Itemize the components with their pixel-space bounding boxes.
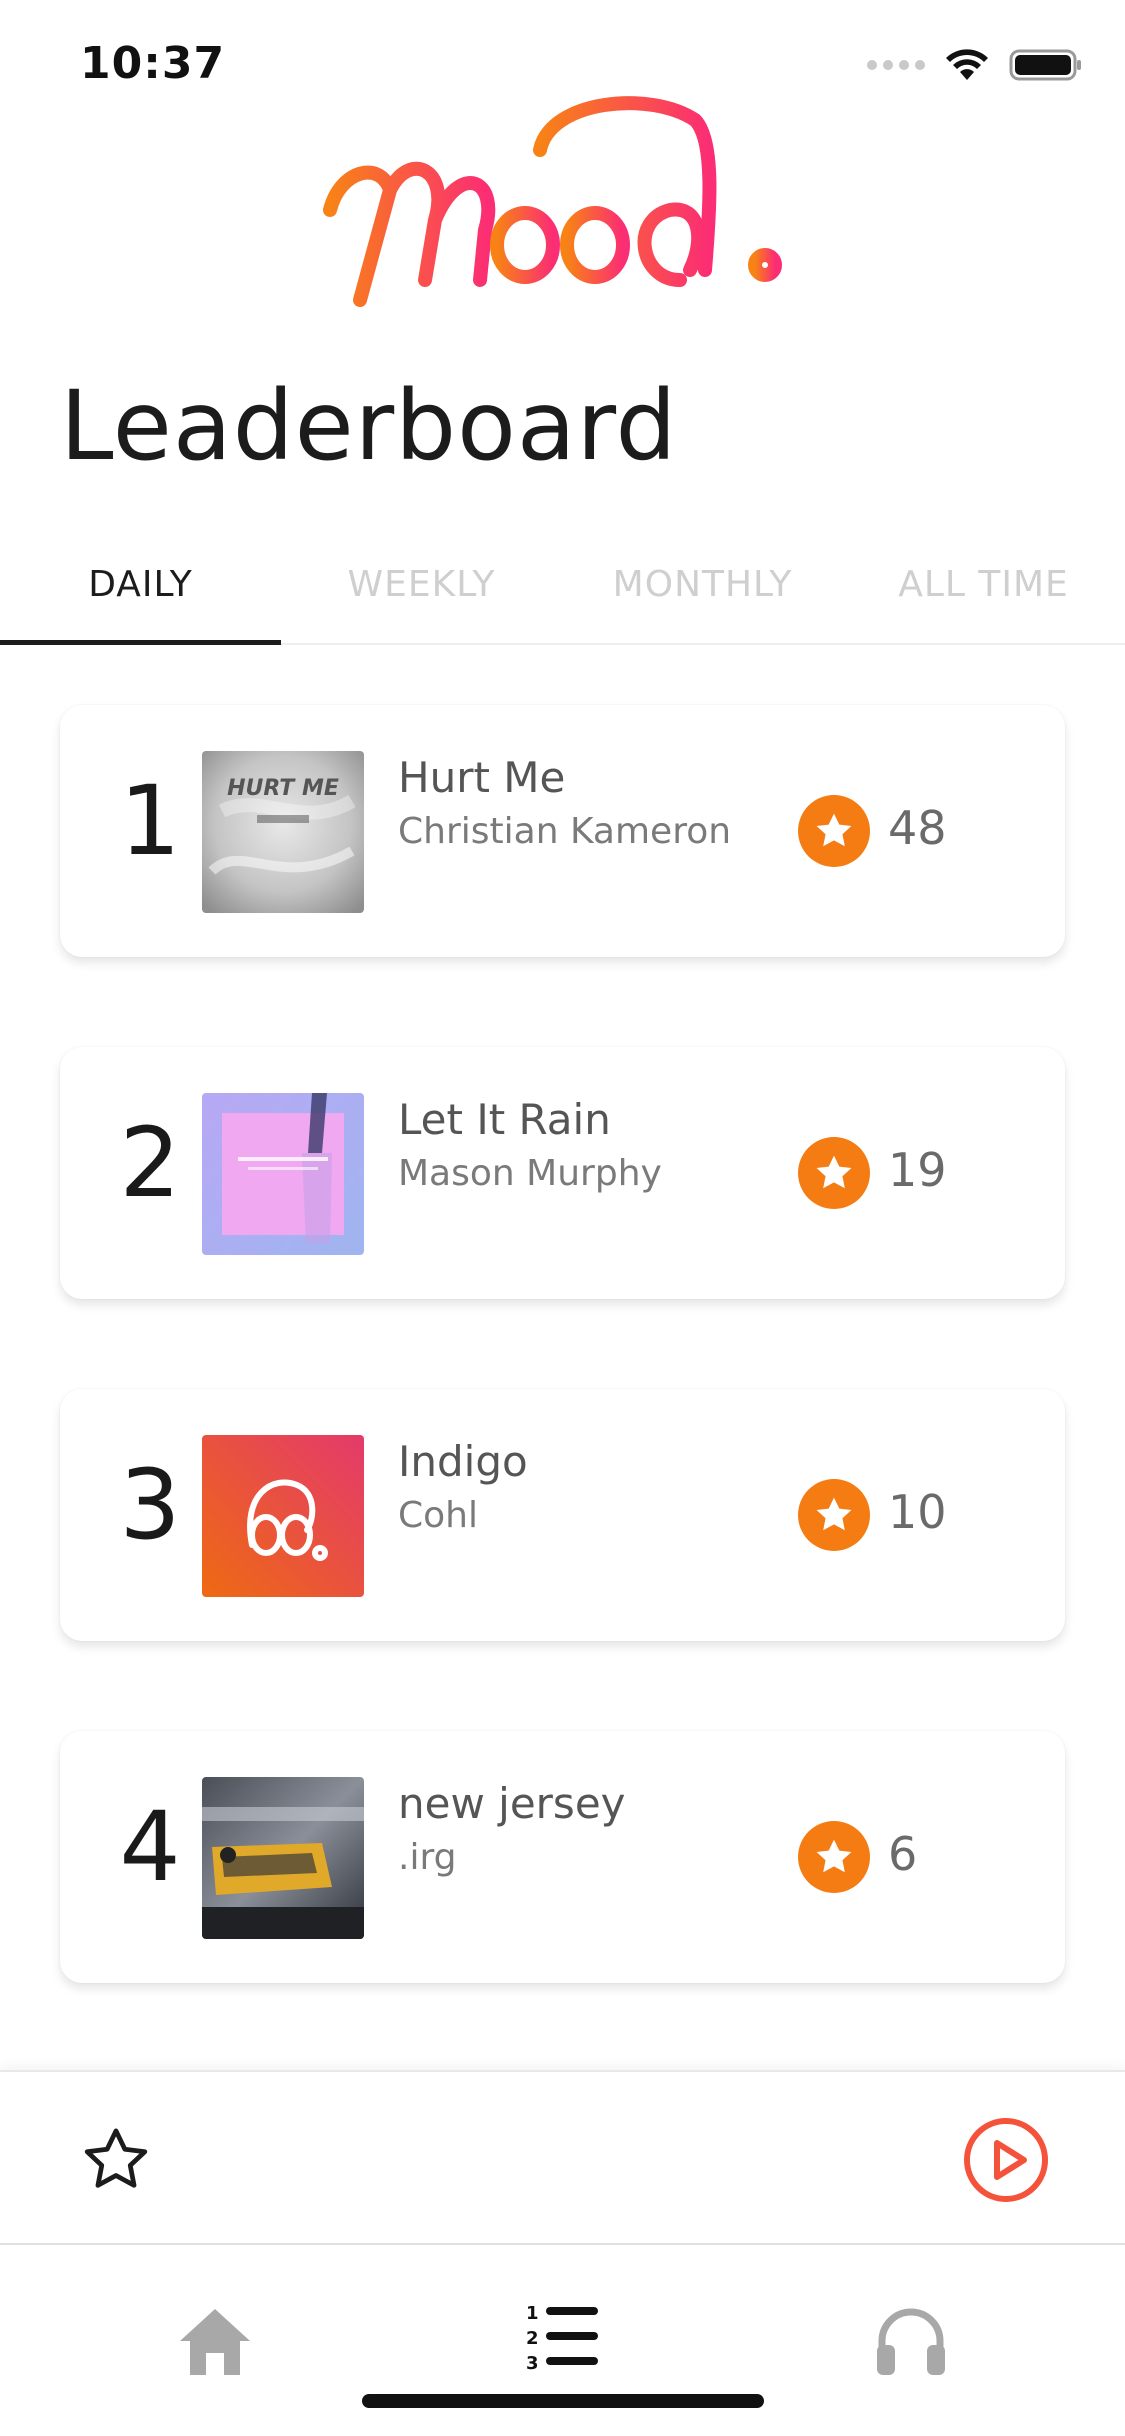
svg-text:3: 3 <box>526 2353 539 2373</box>
star-score-icon <box>798 1137 870 1209</box>
status-time: 10:37 <box>80 38 226 89</box>
star-count: 19 <box>888 1143 947 1197</box>
track-artist: Cohl <box>398 1495 478 1536</box>
star-score-icon <box>798 1821 870 1893</box>
track-artist: .irg <box>398 1837 457 1878</box>
album-cover <box>202 1777 364 1939</box>
track-title: Hurt Me <box>398 753 566 802</box>
star-score-icon <box>798 795 870 867</box>
tab-weekly[interactable]: WEEKLY <box>281 525 562 643</box>
home-indicator[interactable] <box>362 2394 764 2408</box>
period-tabs: DAILY WEEKLY MONTHLY ALL TIME <box>0 525 1125 645</box>
track-title: new jersey <box>398 1779 626 1828</box>
mood-logo <box>320 80 800 330</box>
track-title: Let It Rain <box>398 1095 611 1144</box>
leaderboard-row[interactable]: 3 Indigo Cohl 10 <box>60 1389 1065 1641</box>
status-icons <box>867 48 1083 82</box>
leaderboard-row[interactable]: 4 new jersey .irg 6 <box>60 1731 1065 1983</box>
headphones-icon[interactable] <box>874 2303 948 2377</box>
leaderboard-list-icon[interactable]: 1 2 3 <box>524 2299 600 2374</box>
player-bar <box>0 2070 1125 2245</box>
play-circle-icon[interactable] <box>962 2116 1050 2204</box>
album-cover: HURT ME <box>202 751 364 913</box>
star-score-icon <box>798 1479 870 1551</box>
leaderboard-list: 1 HURT ME Hurt Me Christian Kameron 48 2… <box>60 705 1065 2073</box>
svg-text:2: 2 <box>526 2328 539 2349</box>
wifi-icon <box>946 49 988 80</box>
rank-number: 3 <box>119 1449 181 1561</box>
star-count: 48 <box>888 801 947 855</box>
star-count: 10 <box>888 1485 947 1539</box>
page-title: Leaderboard <box>60 370 678 482</box>
leaderboard-row[interactable]: 2 Let It Rain Mason Murphy 19 <box>60 1047 1065 1299</box>
album-cover <box>202 1435 364 1597</box>
track-artist: Christian Kameron <box>398 811 732 852</box>
battery-icon <box>1009 49 1081 81</box>
track-title: Indigo <box>398 1437 528 1486</box>
tab-all-time[interactable]: ALL TIME <box>843 525 1124 643</box>
star-count: 6 <box>888 1827 918 1881</box>
rank-number: 4 <box>119 1791 181 1903</box>
star-outline-icon[interactable] <box>78 2122 154 2198</box>
rank-number: 2 <box>119 1107 181 1219</box>
cover-text: HURT ME <box>227 776 339 801</box>
tab-daily[interactable]: DAILY <box>0 525 281 645</box>
track-artist: Mason Murphy <box>398 1153 662 1194</box>
tab-monthly[interactable]: MONTHLY <box>562 525 843 643</box>
svg-text:1: 1 <box>526 2303 539 2324</box>
rank-number: 1 <box>119 765 181 877</box>
home-icon[interactable] <box>178 2305 252 2377</box>
leaderboard-row[interactable]: 1 HURT ME Hurt Me Christian Kameron 48 <box>60 705 1065 957</box>
cellular-signal-icon <box>867 60 925 70</box>
album-cover <box>202 1093 364 1255</box>
